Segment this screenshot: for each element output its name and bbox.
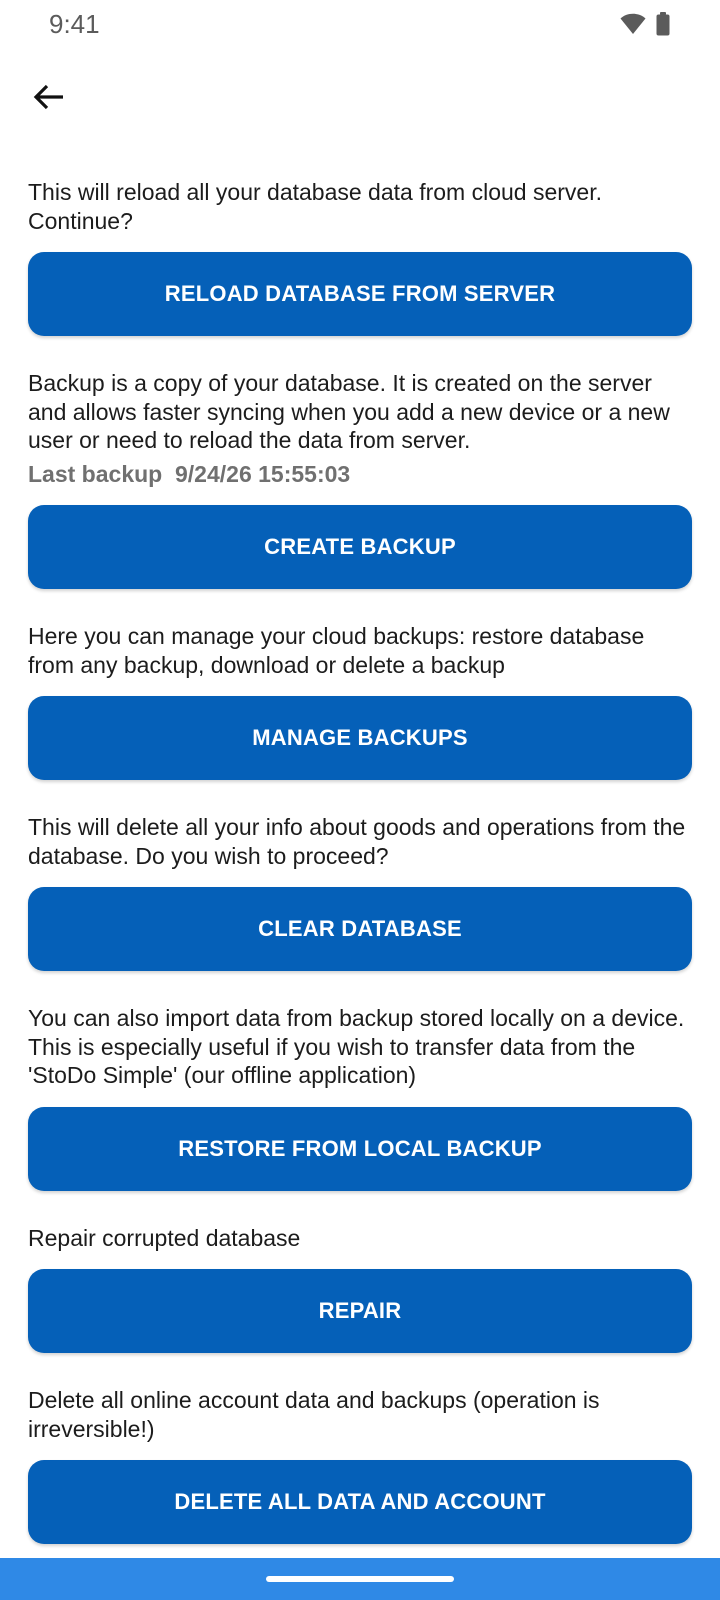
backup-description: Backup is a copy of your database. It is…: [28, 370, 670, 453]
restore-local-backup-button[interactable]: RESTORE FROM LOCAL BACKUP: [28, 1106, 692, 1191]
repair-section: Repair corrupted database REPAIR: [28, 1224, 692, 1353]
home-gesture-handle[interactable]: [266, 1576, 454, 1582]
create-backup-button-label: CREATE BACKUP: [264, 534, 456, 559]
restore-local-description: You can also import data from backup sto…: [28, 1005, 685, 1088]
reload-description: This will reload all your database data …: [28, 179, 603, 234]
reload-database-button-label: RELOAD DATABASE FROM SERVER: [164, 281, 556, 306]
arrow-left-icon: [33, 83, 65, 116]
battery-icon: [656, 12, 670, 41]
clear-database-section: This will delete all your info about goo…: [28, 813, 692, 971]
repair-button[interactable]: REPAIR: [28, 1269, 692, 1353]
wifi-icon: [620, 13, 646, 40]
create-backup-button[interactable]: CREATE BACKUP: [28, 505, 692, 589]
navigation-bar: [0, 1558, 720, 1600]
last-backup-label: Last backup: [28, 460, 163, 487]
last-backup-info: Last backup 9/24/26 15:55:03: [28, 460, 692, 489]
clear-database-button[interactable]: CLEAR DATABASE: [28, 887, 692, 971]
manage-backups-section: Here you can manage your cloud backups: …: [28, 622, 692, 780]
manage-backups-button-label: MANAGE BACKUPS: [252, 725, 468, 750]
repair-button-label: REPAIR: [318, 1298, 402, 1323]
reload-database-button[interactable]: RELOAD DATABASE FROM SERVER: [28, 252, 692, 336]
delete-all-data-button[interactable]: DELETE ALL DATA AND ACCOUNT: [28, 1460, 692, 1544]
repair-description: Repair corrupted database: [28, 1224, 301, 1251]
reload-section: This will reload all your database data …: [28, 178, 692, 336]
manage-backups-button[interactable]: MANAGE BACKUPS: [28, 696, 692, 780]
back-button[interactable]: [24, 74, 74, 124]
last-backup-value: 9/24/26 15:55:03: [175, 460, 351, 487]
clear-database-description: This will delete all your info about goo…: [28, 814, 686, 869]
manage-backups-description: Here you can manage your cloud backups: …: [28, 623, 645, 678]
status-icons: [620, 12, 670, 41]
clear-database-button-label: CLEAR DATABASE: [258, 916, 462, 941]
settings-content: This will reload all your database data …: [28, 178, 692, 1544]
status-time: 9:41: [49, 9, 100, 39]
backup-section: Backup is a copy of your database. It is…: [28, 369, 692, 589]
restore-local-backup-button-label: RESTORE FROM LOCAL BACKUP: [178, 1135, 542, 1161]
status-bar: 9:41: [0, 0, 720, 48]
delete-account-section: Delete all online account data and backu…: [28, 1386, 692, 1544]
restore-local-section: You can also import data from backup sto…: [28, 1004, 692, 1191]
delete-all-data-button-label: DELETE ALL DATA AND ACCOUNT: [174, 1489, 546, 1514]
delete-account-description: Delete all online account data and backu…: [28, 1387, 600, 1442]
